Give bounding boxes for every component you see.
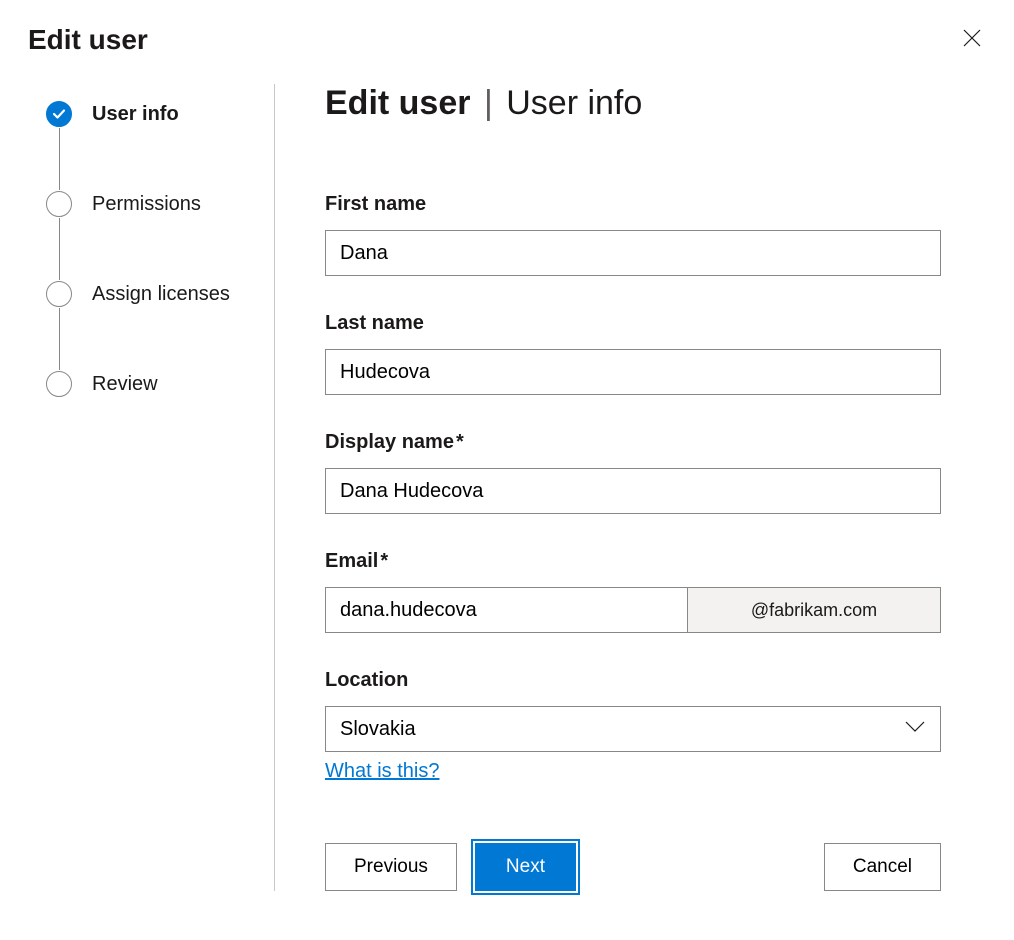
page-heading: Edit user | User info bbox=[325, 84, 964, 123]
close-icon bbox=[962, 28, 982, 51]
first-name-label: First name bbox=[325, 193, 964, 216]
step-label: Assign licenses bbox=[92, 283, 230, 306]
step-connector bbox=[59, 218, 60, 280]
dialog-title: Edit user bbox=[28, 24, 148, 56]
step-label: Permissions bbox=[92, 193, 201, 216]
email-label: Email* bbox=[325, 550, 964, 573]
heading-divider: | bbox=[484, 84, 493, 122]
step-label: User info bbox=[92, 103, 179, 126]
display-name-input[interactable] bbox=[325, 468, 941, 514]
step-label: Review bbox=[92, 373, 158, 396]
cancel-button[interactable]: Cancel bbox=[824, 843, 941, 891]
first-name-input[interactable] bbox=[325, 230, 941, 276]
required-marker: * bbox=[380, 550, 388, 572]
step-circle-icon bbox=[46, 191, 72, 217]
last-name-label: Last name bbox=[325, 312, 964, 335]
wizard-step[interactable]: User info bbox=[46, 100, 274, 128]
step-complete-icon bbox=[46, 101, 72, 127]
previous-button[interactable]: Previous bbox=[325, 843, 457, 891]
wizard-step[interactable]: Permissions bbox=[46, 190, 274, 218]
next-button[interactable]: Next bbox=[475, 843, 576, 891]
step-connector bbox=[59, 128, 60, 190]
email-local-input[interactable] bbox=[325, 587, 687, 633]
wizard-steps: User info Permissions Assign licenses Revie… bbox=[0, 84, 275, 891]
wizard-step[interactable]: Assign licenses bbox=[46, 280, 274, 308]
location-help-link[interactable]: What is this? bbox=[325, 760, 439, 783]
display-name-label: Display name* bbox=[325, 431, 964, 454]
step-connector bbox=[59, 308, 60, 370]
required-marker: * bbox=[456, 431, 464, 453]
heading-secondary: User info bbox=[506, 84, 642, 122]
step-circle-icon bbox=[46, 371, 72, 397]
heading-primary: Edit user bbox=[325, 84, 470, 122]
step-circle-icon bbox=[46, 281, 72, 307]
email-domain-display: @fabrikam.com bbox=[687, 587, 941, 633]
location-label: Location bbox=[325, 669, 964, 692]
wizard-step[interactable]: Review bbox=[46, 370, 274, 398]
last-name-input[interactable] bbox=[325, 349, 941, 395]
location-select[interactable]: Slovakia bbox=[325, 706, 941, 752]
close-button[interactable] bbox=[958, 24, 986, 55]
